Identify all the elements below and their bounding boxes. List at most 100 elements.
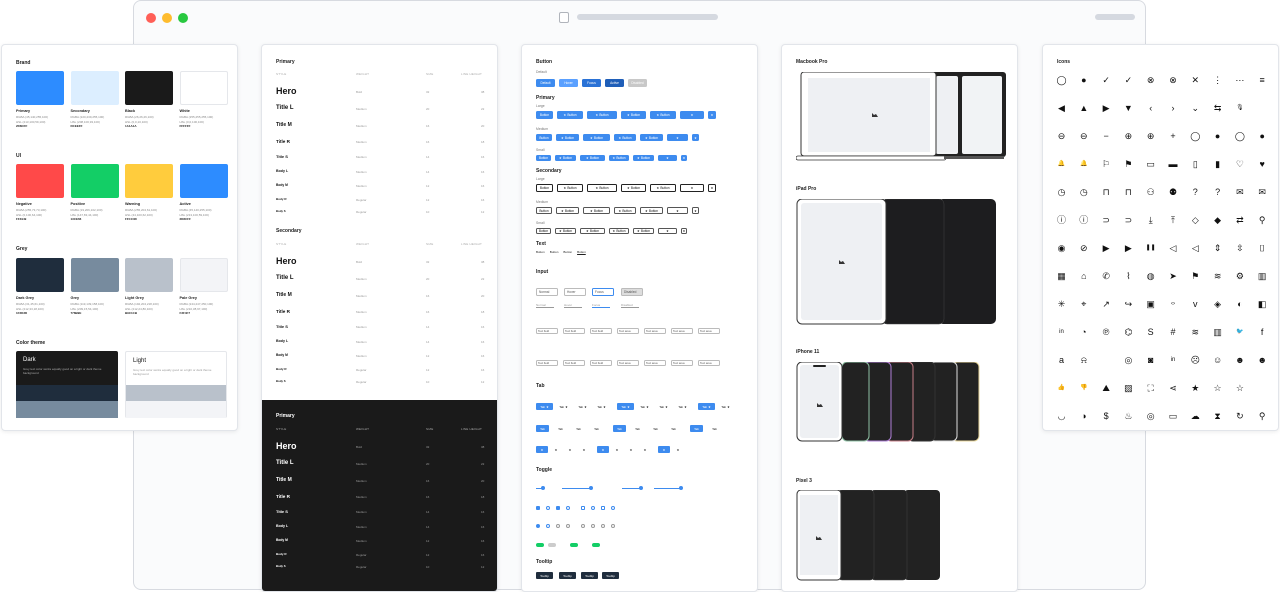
image-icon[interactable]: ▨ [1123, 382, 1134, 393]
component-button[interactable]: ★ [680, 184, 704, 192]
radio[interactable] [536, 524, 540, 528]
heart-icon[interactable]: ♥ [1257, 158, 1268, 169]
user-outline-icon[interactable]: ⚇ [1145, 186, 1156, 197]
chevron-right-icon[interactable]: › [1168, 102, 1179, 113]
chat-outline-icon[interactable]: ◯ [1190, 130, 1201, 141]
star-half-icon[interactable]: ☆ [1212, 382, 1223, 393]
component-button[interactable]: ★ Button [633, 228, 654, 234]
component-button[interactable]: ★ [681, 228, 687, 234]
phone-icon[interactable]: ✆ [1101, 270, 1112, 281]
tab-item[interactable]: Tab [708, 425, 721, 432]
checkbox[interactable] [581, 506, 585, 510]
clock-outline-icon[interactable]: ◷ [1056, 186, 1067, 197]
button-state[interactable]: Active [605, 79, 624, 87]
volume-icon[interactable]: ◁ [1190, 242, 1201, 253]
button-state[interactable]: Disabled [628, 79, 647, 87]
home-icon[interactable]: ⌂ [1078, 270, 1089, 281]
tab-item[interactable]: ★ [550, 446, 562, 453]
rss-icon[interactable]: ⌬ [1123, 326, 1134, 337]
dribbble-icon[interactable]: ◎ [1123, 354, 1134, 365]
download-icon[interactable]: ⤓ [1145, 214, 1156, 225]
diamond-icon[interactable]: ◆ [1212, 214, 1223, 225]
arrow-up-right-icon[interactable]: ↗ [1101, 298, 1112, 309]
underline-input[interactable]: Disabled [621, 303, 639, 308]
tag-outline-icon[interactable]: ⊃ [1101, 214, 1112, 225]
minus-circle-icon[interactable]: ⊖ [1078, 130, 1089, 141]
plus-circle-outline-icon[interactable]: ⊕ [1123, 130, 1134, 141]
folder-icon[interactable]: ▬ [1168, 158, 1179, 169]
folder-outline-icon[interactable]: ▭ [1145, 158, 1156, 169]
tab-item[interactable]: Tab ★ [555, 403, 572, 410]
plus-circle-icon[interactable]: ⊕ [1145, 130, 1156, 141]
smile-icon[interactable]: ☻ [1234, 354, 1245, 365]
radio[interactable] [611, 524, 615, 528]
apple-icon[interactable] [1101, 354, 1112, 365]
component-button[interactable]: ★ [680, 111, 704, 119]
component-button[interactable]: ★ [667, 134, 688, 141]
component-button[interactable]: ★ Button [587, 111, 617, 119]
swap-icon[interactable]: ⇆ [1212, 102, 1223, 113]
close-circle-outline-icon[interactable]: ⊗ [1145, 74, 1156, 85]
amazon-icon[interactable]: a [1056, 354, 1067, 365]
radio[interactable] [581, 524, 585, 528]
messenger-icon[interactable]: ◔ [1078, 326, 1089, 337]
settings-icon[interactable]: ⚙ [1234, 270, 1245, 281]
toggle-switch[interactable] [570, 543, 578, 547]
pinterest-icon[interactable]: ℗ [1101, 326, 1112, 337]
tab-item[interactable]: Tab ★ [593, 403, 610, 410]
input-field[interactable]: Focus [592, 288, 614, 296]
text-field[interactable]: Text field [590, 360, 612, 366]
text-field[interactable]: Text area [671, 328, 693, 334]
code-icon[interactable]: ‹› [1168, 298, 1179, 309]
checkbox[interactable] [611, 506, 615, 510]
tab-item[interactable]: Tab [631, 425, 644, 432]
file-outline-icon[interactable]: ▯ [1190, 158, 1201, 169]
more-vertical-icon[interactable]: ⋮ [1212, 74, 1223, 85]
spotify-icon[interactable]: ≋ [1190, 326, 1201, 337]
close-window-button[interactable] [146, 13, 156, 23]
trello-icon[interactable]: ▥ [1212, 326, 1223, 337]
button-state[interactable]: Focus [582, 79, 601, 87]
user-icon[interactable]: ⚉ [1168, 186, 1179, 197]
chat-icon[interactable]: ● [1212, 130, 1223, 141]
share-icon[interactable]: ↪ [1123, 298, 1134, 309]
component-button[interactable]: Button [536, 155, 551, 161]
bell-icon[interactable]: 🔔 [1078, 158, 1089, 169]
maximize-window-button[interactable] [178, 13, 188, 23]
text-field[interactable]: Text field [536, 360, 558, 366]
chat-dots-icon[interactable]: ● [1257, 130, 1268, 141]
component-button[interactable]: ★ Button [557, 111, 583, 119]
info-icon[interactable]: ⓘ [1078, 214, 1089, 225]
image-outline-icon[interactable]: ⛰ [1101, 382, 1112, 393]
checkbox[interactable] [566, 506, 570, 510]
component-button[interactable]: Button [536, 207, 552, 214]
eye-icon[interactable]: ◉ [1056, 242, 1067, 253]
briefcase-icon[interactable]: ▣ [1145, 298, 1156, 309]
tab-item[interactable]: Tab [613, 425, 626, 432]
component-button[interactable]: ★ Button [621, 111, 646, 119]
thumbs-down-icon[interactable]: 👎 [1078, 382, 1089, 393]
sad-icon[interactable]: ☹ [1190, 354, 1201, 365]
underline-input[interactable]: Focus [592, 303, 610, 308]
component-button[interactable]: ★ Button [650, 111, 676, 119]
eye-off-icon[interactable]: ⊘ [1078, 242, 1089, 253]
thumbs-up-icon[interactable]: 👍 [1056, 382, 1067, 393]
close-circle-icon[interactable]: ⊗ [1168, 74, 1179, 85]
text-field[interactable]: Text field [536, 328, 558, 334]
pause-icon[interactable]: ❚❚ [1145, 242, 1156, 253]
search-icon[interactable]: ⚲ [1257, 410, 1268, 421]
heart-outline-icon[interactable]: ♡ [1234, 158, 1245, 169]
component-button[interactable]: ★ Button [583, 207, 610, 214]
volume-off-icon[interactable]: ◁ [1168, 242, 1179, 253]
component-button[interactable]: ★ Button [555, 155, 576, 161]
disc-icon[interactable]: ◎ [1145, 410, 1156, 421]
bookmark-outline-icon[interactable]: ⚐ [1101, 158, 1112, 169]
linkedin-square-icon[interactable]: in [1168, 354, 1179, 365]
text-button[interactable]: Button [577, 250, 586, 254]
radio[interactable] [601, 524, 605, 528]
android-icon[interactable]: ⍾ [1078, 354, 1089, 365]
text-field[interactable]: Text field [590, 328, 612, 334]
input-field[interactable]: Disabled [621, 288, 643, 296]
help-outline-icon[interactable]: ? [1190, 186, 1201, 197]
chat-dots-outline-icon[interactable]: ◯ [1234, 130, 1245, 141]
